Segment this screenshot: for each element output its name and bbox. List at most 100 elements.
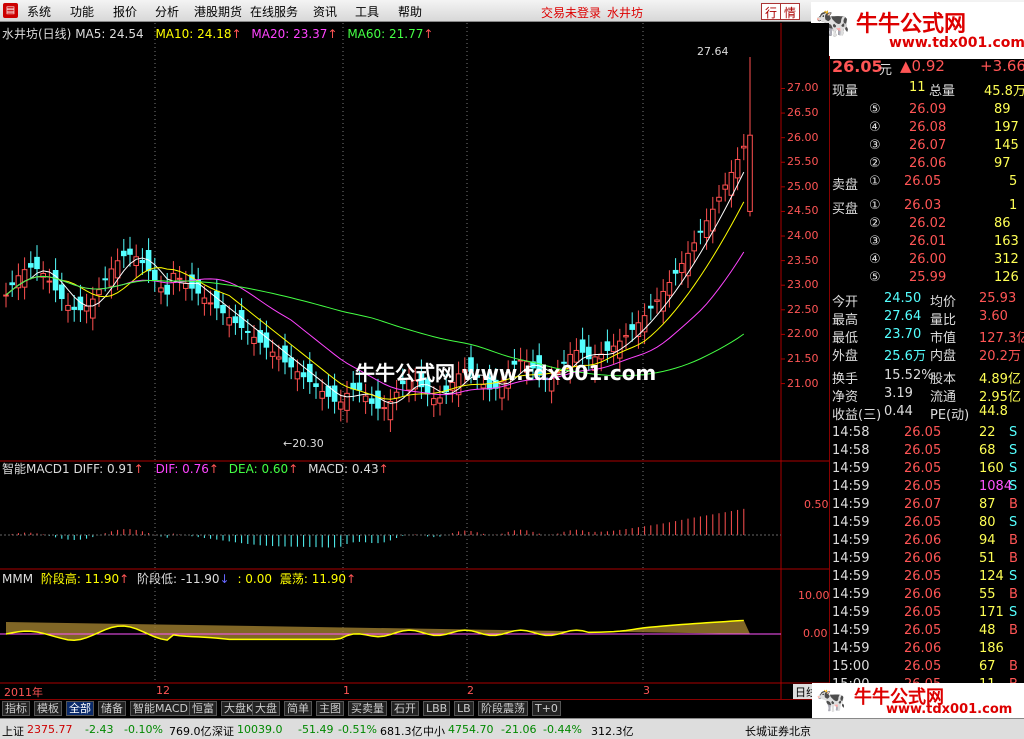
ask-row-cell: 26.07 — [909, 138, 947, 153]
tick-cell: 160 — [979, 461, 1004, 476]
ma60-label: MA60: 21.77 — [347, 27, 424, 41]
tick-cell: 14:59 — [832, 605, 870, 620]
ask-row-cell: ③ — [869, 138, 881, 153]
tab-8[interactable]: 简单 — [284, 701, 312, 716]
bid-row-cell: 25.99 — [909, 270, 947, 285]
candle-body — [294, 371, 301, 380]
trade-button[interactable]: 行 — [761, 3, 782, 20]
date-label-mar: 3 — [643, 684, 650, 697]
candle-body — [319, 390, 325, 399]
ma10-label: MA10: 24.18 — [155, 27, 232, 41]
menu-system[interactable]: 系统 — [27, 3, 51, 20]
candle-body — [183, 282, 189, 289]
tick-cell: B — [1009, 587, 1018, 602]
mmm-low-label: 阶段低: -11.90 — [137, 572, 220, 586]
candle-body — [331, 385, 338, 402]
tab-2[interactable]: 全部 — [66, 701, 94, 716]
tab-13[interactable]: LB — [454, 701, 474, 716]
tick-cell: 26.05 — [904, 515, 942, 530]
tab-0[interactable]: 指标 — [2, 701, 30, 716]
price-tick-6: 24.00 — [787, 229, 819, 243]
stat-row-cell: 24.50 — [884, 291, 922, 306]
bid-row-cell: 26.02 — [909, 216, 947, 231]
stat-row-cell: 27.64 — [884, 309, 922, 324]
main-chart-header: 水井坊(日线) MA5: 24.54 MA10: 24.18↑ MA20: 23… — [2, 27, 434, 41]
high-annotation: 27.64 — [697, 45, 729, 58]
menu-news[interactable]: 资讯 — [313, 3, 337, 20]
candle-body — [108, 268, 115, 287]
tick-cell: 26.05 — [904, 479, 942, 494]
candle-body — [747, 134, 753, 212]
price-tick-2: 26.00 — [787, 130, 819, 144]
stat-row-cell: 内盘 — [930, 349, 957, 364]
stat2-row-cell: 收益(三) — [832, 408, 882, 423]
tick-cell: 14:59 — [832, 515, 870, 530]
tab-15[interactable]: T+0 — [532, 701, 561, 716]
candle-body — [127, 248, 133, 255]
info-button[interactable]: 情 — [780, 3, 801, 20]
tab-4[interactable]: 智能MACD1 — [130, 701, 198, 716]
candle-body — [139, 259, 146, 264]
mmm-title: MMM — [2, 572, 34, 586]
tick-row: 14:58 26.05 22 S — [829, 424, 1024, 442]
tick-cell: S — [1009, 569, 1018, 584]
stock-link[interactable]: 水井坊 — [607, 4, 643, 21]
menu-online[interactable]: 在线服务 — [250, 3, 298, 20]
candle-body — [437, 397, 443, 404]
menu-hk-futures[interactable]: 港股期货 — [194, 3, 242, 20]
tab-3[interactable]: 储备 — [98, 701, 126, 716]
menu-function[interactable]: 功能 — [70, 3, 94, 20]
tab-12[interactable]: LBB — [423, 701, 451, 716]
tick-cell: 14:59 — [832, 461, 870, 476]
candle-body — [369, 398, 375, 404]
stat2-row-cell: 0.44 — [884, 404, 913, 419]
price-tick-3: 25.50 — [787, 155, 819, 169]
tab-10[interactable]: 买卖量 — [348, 701, 387, 716]
tick-row: 14:59 26.07 87 B — [829, 496, 1024, 514]
price-tick-12: 21.00 — [787, 376, 819, 390]
candle-body — [263, 332, 270, 348]
tick-cell: 26.07 — [904, 497, 942, 512]
sz-label: 深证 — [212, 725, 234, 738]
bid-row-cell: 163 — [994, 234, 1019, 249]
tab-1[interactable]: 模板 — [34, 701, 62, 716]
stat-row-cell: 23.70 — [884, 327, 922, 342]
candle-body — [629, 324, 636, 330]
menu-tools[interactable]: 工具 — [355, 3, 379, 20]
tab-6[interactable]: 大盘K — [221, 701, 257, 716]
candle-body — [3, 294, 9, 297]
sh-label: 上证 — [2, 725, 24, 738]
sz-pct: -0.51% — [338, 723, 377, 736]
mmm-zero-label: : 0.00 — [237, 572, 273, 586]
volume-row-cell: 11 — [909, 80, 926, 95]
ask-row-cell: 26.06 — [909, 156, 947, 171]
sz-index: 10039.0 — [237, 723, 283, 736]
app-logo-icon[interactable]: ▤ — [3, 3, 18, 18]
stat2-row: 换手 15.52% 股本 4.89亿 — [829, 367, 1024, 387]
tick-cell: 14:59 — [832, 479, 870, 494]
watermark-top: 🐄 牛牛公式网 www.tdx001.com — [811, 2, 1024, 59]
candle-body — [679, 262, 685, 274]
indicator-tab-bar: 指标 模板 全部 储备 智能MACD1 恒富 大盘K 大盘 简单 主图 买卖量 石开 LBB LB 阶段震荡… — [0, 699, 829, 716]
ask-row: ④ 26.08 197 — [829, 119, 1024, 137]
candle-body — [648, 305, 654, 309]
tab-11[interactable]: 石开 — [391, 701, 419, 716]
menu-quote[interactable]: 报价 — [113, 3, 137, 20]
cow-icon-bottom: 🐄 — [816, 685, 846, 714]
menu-help[interactable]: 帮助 — [398, 3, 422, 20]
menu-analysis[interactable]: 分析 — [155, 3, 179, 20]
macd-dea-label: DEA: 0.60 — [228, 462, 289, 476]
tick-cell: S — [1009, 443, 1018, 458]
macd-diff-label: DIFF: 0.91 — [73, 462, 134, 476]
tab-9[interactable]: 主图 — [316, 701, 344, 716]
price-change: ▲0.92 — [900, 57, 945, 75]
candle-body — [152, 269, 158, 281]
candle-body — [121, 250, 127, 257]
tick-cell: 186 — [979, 641, 1004, 656]
tick-cell: 26.05 — [904, 605, 942, 620]
candle-body — [604, 341, 611, 351]
zx-amount: 312.3亿 — [591, 725, 634, 738]
tab-5[interactable]: 恒富 — [189, 701, 217, 716]
tab-14[interactable]: 阶段震荡 — [478, 701, 528, 716]
tab-7[interactable]: 大盘 — [252, 701, 280, 716]
